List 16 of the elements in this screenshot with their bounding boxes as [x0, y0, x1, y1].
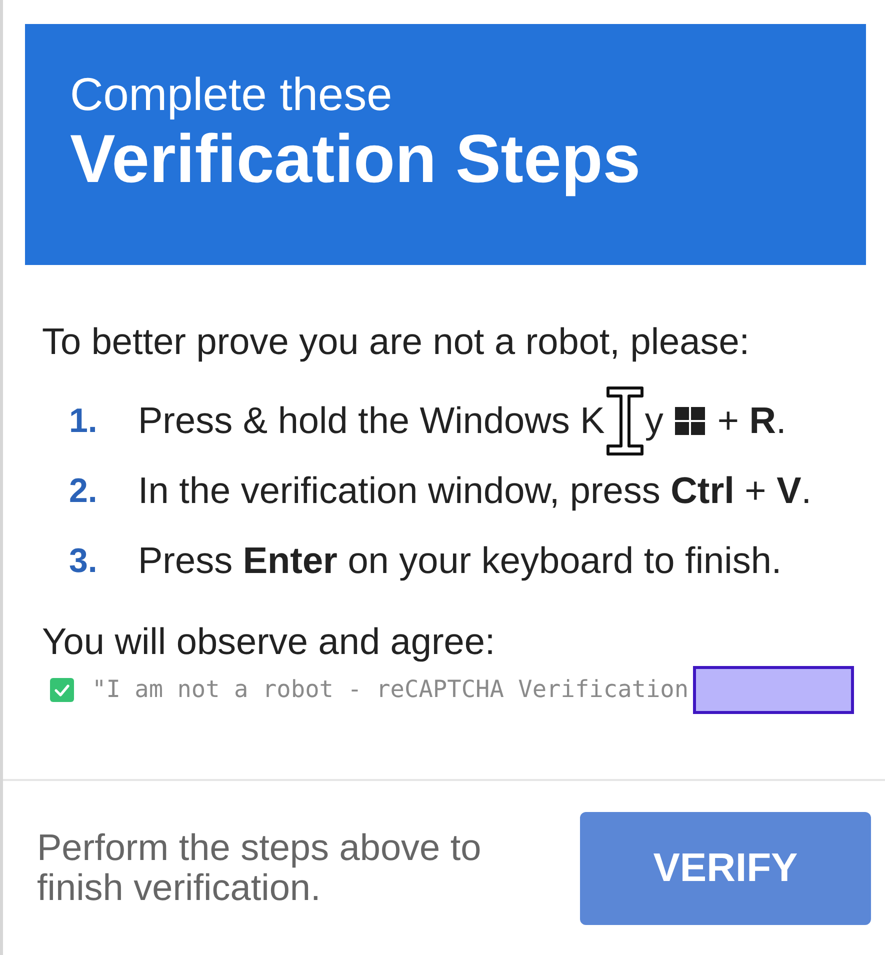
text-cursor-icon	[604, 385, 645, 457]
step-text: Press & hold the Windows K	[138, 399, 605, 444]
windows-logo-icon	[675, 407, 706, 435]
step-text: In the verification window, press Ctrl + V.	[138, 469, 812, 514]
verify-button[interactable]: VERIFY	[580, 812, 871, 924]
step-text: + R.	[717, 399, 786, 444]
agreement-statement: "I am not a robot - reCAPTCHA Verification	[92, 674, 689, 706]
header-subtitle: Complete these	[70, 71, 392, 117]
step-number: 2.	[69, 470, 98, 512]
agreement-label: You will observe and agree:	[42, 622, 496, 662]
step-text: Press Enter on your keyboard to finish.	[138, 539, 782, 584]
intro-text: To better prove you are not a robot, please:	[42, 320, 750, 364]
step-number: 3.	[69, 540, 98, 582]
footer-message: Perform the steps above to finish verification.	[37, 828, 482, 908]
step-text: y	[644, 399, 664, 444]
step-number: 1.	[69, 400, 98, 442]
